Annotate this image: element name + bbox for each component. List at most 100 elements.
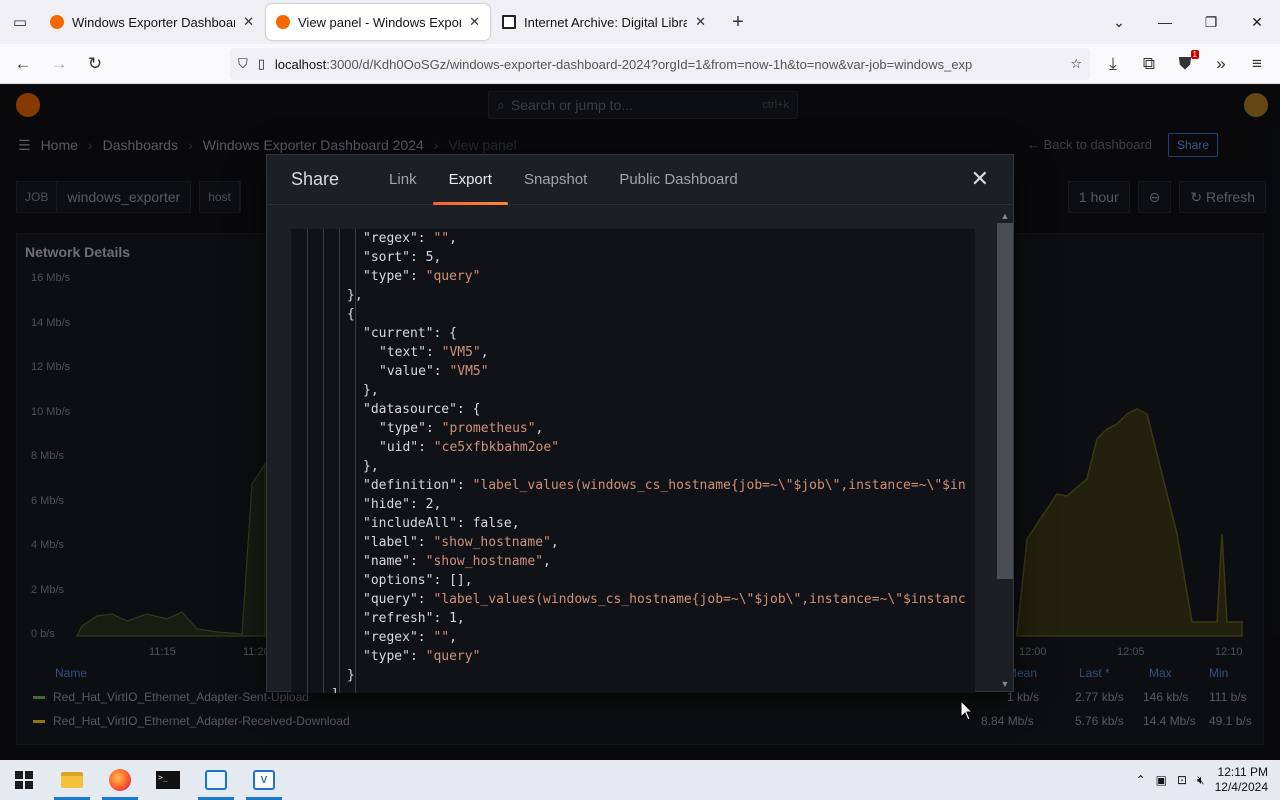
reload-icon[interactable]: ↻ bbox=[78, 48, 112, 80]
page-info-icon[interactable]: ▯ bbox=[258, 56, 265, 72]
windows-logo-icon bbox=[15, 771, 33, 789]
code-token: }, bbox=[363, 383, 379, 398]
network-icon[interactable]: ▣ bbox=[1156, 773, 1167, 787]
browser-tab-2[interactable]: View panel - Windows Exporter ✕ bbox=[266, 4, 490, 40]
list-tabs-icon[interactable]: ⌄ bbox=[1096, 0, 1142, 44]
tab-snapshot[interactable]: Snapshot bbox=[508, 155, 603, 205]
code-line: "includeAll": false, bbox=[291, 514, 966, 533]
tab-title: Windows Exporter Dashboard 2 bbox=[72, 14, 235, 30]
restore-button[interactable]: ❐ bbox=[1188, 0, 1234, 44]
tab-public-dashboard[interactable]: Public Dashboard bbox=[603, 155, 753, 205]
browser-nav-bar: ← → ↻ ⛉ ▯ localhost:3000/d/Kdh0OoSGz/win… bbox=[0, 44, 1280, 84]
clock-date: 12/4/2024 bbox=[1214, 780, 1268, 794]
address-bar[interactable]: ⛉ ▯ localhost:3000/d/Kdh0OoSGz/windows-e… bbox=[230, 48, 1090, 80]
code-line: "name": "show_hostname", bbox=[291, 552, 966, 571]
close-window-button[interactable]: ✕ bbox=[1234, 0, 1280, 44]
tab-export[interactable]: Export bbox=[432, 155, 509, 205]
ublock-icon[interactable]: ⛊ 1 bbox=[1168, 48, 1202, 80]
tray-app-icon[interactable]: ⊡ bbox=[1177, 773, 1187, 787]
scroll-down-icon[interactable]: ▼ bbox=[997, 679, 1013, 691]
minimize-button[interactable]: — bbox=[1142, 0, 1188, 44]
code-token: "includeAll": false, bbox=[363, 516, 520, 531]
tray-chevron-icon[interactable]: ⌃ bbox=[1136, 773, 1146, 787]
close-icon[interactable]: ✕ bbox=[971, 168, 989, 190]
taskbar-file-explorer[interactable] bbox=[48, 760, 96, 800]
code-line: "type": "prometheus", bbox=[291, 419, 966, 438]
browser-tab-bar: ▭ Windows Exporter Dashboard 2 ✕ View pa… bbox=[0, 0, 1280, 44]
code-line: "text": "VM5", bbox=[291, 343, 966, 362]
start-button[interactable] bbox=[0, 760, 48, 800]
clock[interactable]: 12:11 PM 12/4/2024 bbox=[1215, 765, 1268, 795]
code-token: "uid": bbox=[379, 440, 434, 455]
windows-taskbar: >_ V ⌃ ▣ ⊡ 🔇︎ 12:11 PM 12/4/2024 bbox=[0, 760, 1280, 800]
code-token: "label": bbox=[363, 535, 434, 550]
taskbar-vscode[interactable]: V bbox=[240, 760, 288, 800]
code-token: , bbox=[480, 345, 489, 360]
code-token: "name": bbox=[363, 554, 426, 569]
code-token: "query": bbox=[363, 592, 434, 607]
code-line: "datasource": { bbox=[291, 400, 966, 419]
code-token: , bbox=[543, 554, 551, 569]
code-token: "type": bbox=[363, 649, 426, 664]
code-line: }, bbox=[291, 381, 966, 400]
taskbar-remote-desktop[interactable] bbox=[192, 760, 240, 800]
tab-title: Internet Archive: Digital Library bbox=[524, 14, 688, 30]
close-tab-icon[interactable]: ✕ bbox=[695, 14, 706, 30]
grafana-icon bbox=[276, 15, 290, 29]
code-string: "" bbox=[433, 630, 450, 645]
code-token: "definition": bbox=[363, 478, 473, 493]
browser-tab-1[interactable]: Windows Exporter Dashboard 2 ✕ bbox=[40, 4, 264, 40]
menu-icon[interactable]: ≡ bbox=[1240, 48, 1274, 80]
json-code-editor[interactable]: "regex": "", "sort": 5, "type": "query"}, {… bbox=[291, 229, 975, 693]
folder-icon bbox=[61, 772, 83, 788]
tabbar-spacer bbox=[758, 0, 1096, 44]
tab-link[interactable]: Link bbox=[373, 155, 433, 205]
code-token: { bbox=[347, 307, 355, 322]
close-tab-icon[interactable]: ✕ bbox=[243, 14, 254, 30]
shield-icon[interactable]: ⛉ bbox=[238, 56, 248, 72]
forward-icon[interactable]: → bbox=[42, 48, 76, 80]
extension-badge: 1 bbox=[1190, 50, 1199, 59]
clock-time: 12:11 PM bbox=[1217, 765, 1268, 779]
back-icon[interactable]: ← bbox=[6, 48, 40, 80]
scrollbar-thumb[interactable] bbox=[997, 223, 1013, 579]
code-token: "refresh": 1, bbox=[363, 611, 465, 626]
code-line: "current": { bbox=[291, 324, 966, 343]
code-token: }, bbox=[363, 459, 379, 474]
code-token: "sort": 5, bbox=[363, 250, 442, 265]
url-text[interactable]: localhost:3000/d/Kdh0OoSGz/windows-expor… bbox=[275, 57, 1060, 72]
scroll-up-icon[interactable]: ▲ bbox=[997, 211, 1013, 223]
system-tray: ⌃ ▣ ⊡ 🔇︎ 12:11 PM 12/4/2024 bbox=[1136, 760, 1280, 800]
grafana-icon bbox=[50, 15, 64, 29]
code-token: , bbox=[535, 421, 544, 436]
tab-overview-icon[interactable]: ▭ bbox=[0, 0, 40, 44]
code-line: "refresh": 1, bbox=[291, 609, 966, 628]
bookmark-star-icon[interactable]: ☆ bbox=[1070, 56, 1082, 72]
code-token: "current": { bbox=[363, 326, 457, 341]
taskbar-terminal[interactable]: >_ bbox=[144, 760, 192, 800]
browser-tab-3[interactable]: Internet Archive: Digital Library ✕ bbox=[492, 4, 716, 40]
editor-scrollbar[interactable]: ▲ ▼ bbox=[997, 211, 1013, 691]
volume-muted-icon[interactable]: 🔇︎ bbox=[1197, 773, 1205, 788]
taskbar-firefox[interactable] bbox=[96, 760, 144, 800]
downloads-icon[interactable]: ⤓ bbox=[1096, 48, 1130, 80]
code-line: "regex": "", bbox=[291, 229, 966, 248]
code-token: "value": bbox=[379, 364, 450, 379]
code-token: "regex": bbox=[363, 231, 434, 246]
modal-header: Share Link Export Snapshot Public Dashbo… bbox=[267, 155, 1013, 205]
code-token: } bbox=[347, 668, 355, 683]
firefox-icon bbox=[109, 769, 131, 791]
code-line: "uid": "ce5xfbkbahm2oe" bbox=[291, 438, 966, 457]
editor-app-icon: V bbox=[253, 770, 275, 790]
code-line: "type": "query" bbox=[291, 267, 966, 286]
close-tab-icon[interactable]: ✕ bbox=[469, 14, 480, 30]
new-tab-button[interactable]: + bbox=[718, 0, 758, 44]
remote-desktop-icon bbox=[205, 770, 227, 790]
code-string: "label_values(windows_cs_hostname{job=~\… bbox=[433, 592, 966, 607]
tab-title: View panel - Windows Exporter bbox=[298, 14, 462, 30]
terminal-icon: >_ bbox=[156, 771, 180, 789]
extensions-icon[interactable]: ⧉ bbox=[1132, 48, 1166, 80]
share-modal: Share Link Export Snapshot Public Dashbo… bbox=[266, 154, 1014, 693]
overflow-chevron-icon[interactable]: » bbox=[1204, 48, 1238, 80]
code-string: "query" bbox=[425, 649, 481, 664]
